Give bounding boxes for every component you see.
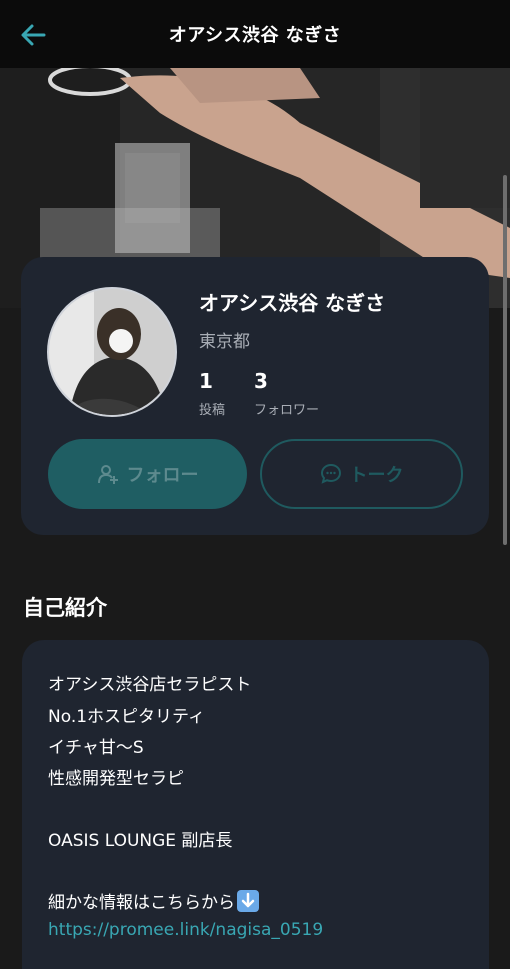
page-title: オアシス渋谷 なぎさ xyxy=(168,25,342,46)
bio-section-title: 自己紹介 xyxy=(23,596,107,620)
back-arrow-icon xyxy=(21,24,46,46)
posts-label: 投稿 xyxy=(199,403,226,418)
posts-count[interactable]: 1 xyxy=(199,369,213,393)
bio-link[interactable]: https://promee.link/nagisa_0519 xyxy=(48,920,323,940)
talk-button[interactable]: トーク xyxy=(260,439,463,509)
profile-location: 東京都 xyxy=(199,332,250,352)
chat-bubble-icon xyxy=(320,463,341,484)
profile-card: オアシス渋谷 なぎさ 東京都 1 投稿 3 フォロワー フォロー トーク xyxy=(21,257,489,535)
avatar[interactable] xyxy=(47,287,177,417)
bio-line-with-emoji: 細かな情報はこちらから xyxy=(48,888,259,913)
bio-line: イチャ甘〜S xyxy=(48,738,144,758)
bio-line: オアシス渋谷店セラピスト xyxy=(48,675,252,695)
bio-line: OASIS LOUNGE 副店長 xyxy=(48,831,233,851)
talk-label: トーク xyxy=(349,465,404,486)
bio-line: 性感開発型セラピ xyxy=(48,769,184,789)
add-user-icon xyxy=(97,465,118,484)
follow-button[interactable]: フォロー xyxy=(48,439,247,509)
bio-line: No.1ホスピタリティ xyxy=(48,707,206,727)
follow-label: フォロー xyxy=(126,465,199,486)
profile-name: オアシス渋谷 なぎさ xyxy=(199,291,386,315)
followers-label: フォロワー xyxy=(254,403,320,418)
followers-count[interactable]: 3 xyxy=(254,369,268,393)
bio-card: オアシス渋谷店セラピスト No.1ホスピタリティ イチャ甘〜S 性感開発型セラピ… xyxy=(22,640,489,969)
down-arrow-emoji-icon xyxy=(237,890,259,912)
back-button[interactable] xyxy=(18,20,48,50)
scrollbar[interactable] xyxy=(503,175,507,545)
bio-line: 細かな情報はこちらから xyxy=(48,893,235,913)
app-header: オアシス渋谷 なぎさ xyxy=(0,0,510,68)
